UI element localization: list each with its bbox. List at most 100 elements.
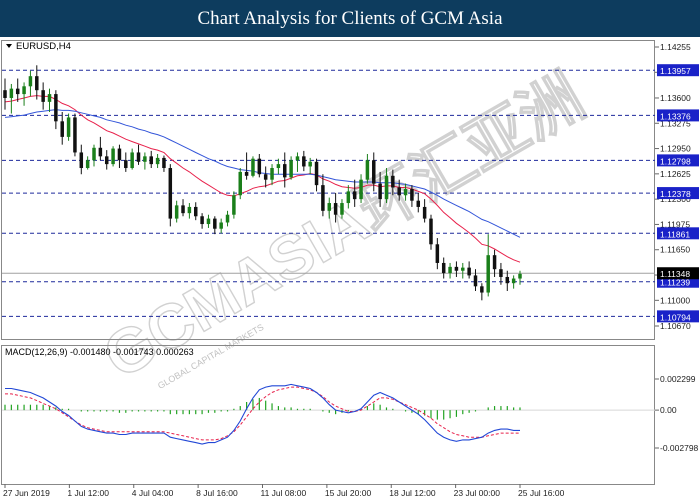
time-axis-tick-label: 8 Jul 16:00: [196, 488, 238, 498]
candle-bear: [314, 161, 319, 186]
candle-bull: [365, 160, 370, 180]
candle-bull: [384, 175, 389, 200]
candle-bear: [467, 267, 471, 276]
candle-bull: [251, 158, 255, 176]
candle-bull: [346, 191, 351, 204]
candle-bull: [308, 161, 312, 167]
candle-bull: [143, 156, 147, 162]
page-header: Chart Analysis for Clients of GCM Asia: [0, 0, 700, 37]
candle-bull: [359, 179, 363, 200]
candle-bull: [22, 86, 26, 95]
candle-bear: [473, 275, 478, 287]
candle-bear: [283, 164, 287, 178]
candle-bear: [422, 206, 427, 219]
candle-bear: [257, 158, 262, 175]
candle-bull: [232, 195, 236, 215]
candle-bear: [213, 218, 217, 229]
level-tag-label: 1.12378: [660, 189, 691, 199]
candle-bull: [270, 168, 274, 180]
candle-bull: [92, 147, 96, 161]
symbol-dropdown-icon[interactable]: [6, 44, 12, 48]
candle-bull: [461, 267, 465, 271]
price-axis-tick-label: 1.11650: [660, 245, 690, 255]
candle-bear: [416, 200, 421, 207]
price-axis-tick-label: 1.12625: [660, 169, 691, 179]
candle-bear: [441, 262, 446, 274]
candle-bear: [3, 90, 7, 98]
candle-bear: [193, 206, 198, 217]
chart-area[interactable]: GCMASIA环汇亚洲 GLOBAL CAPITAL MARKETS 1.142…: [0, 37, 700, 500]
candle-bear: [505, 276, 510, 284]
candle-bull: [486, 255, 490, 293]
level-tag-label: 1.12798: [660, 156, 691, 166]
macd-signal-line: [5, 386, 520, 441]
current-price-tag-label: 1.11348: [660, 269, 690, 279]
candle-bear: [378, 183, 382, 200]
time-axis-tick-label: 11 Jul 08:00: [261, 488, 307, 498]
candle-bull: [403, 189, 408, 196]
candle-bear: [124, 160, 128, 169]
macd-axis-tick-label: -0.002798: [660, 443, 699, 453]
candle-bear: [168, 168, 173, 219]
candle-bear: [149, 156, 153, 165]
macd-panel-border: [1, 345, 655, 485]
candle-bull: [206, 218, 211, 225]
candle-bear: [480, 286, 484, 293]
candle-bear: [397, 187, 401, 196]
time-axis-tick-label: 18 Jul 12:00: [389, 488, 436, 498]
candle-bear: [73, 117, 77, 153]
price-axis-tick-label: 1.13600: [660, 93, 691, 103]
level-tag-label: 1.13376: [660, 111, 691, 121]
candle-bull: [511, 278, 516, 284]
candle-bull: [47, 94, 52, 102]
level-tag-label: 1.10794: [660, 312, 691, 322]
candle-bear: [429, 218, 433, 245]
time-axis-tick-label: 25 Jul 16:00: [518, 488, 565, 498]
candle-bull: [187, 206, 192, 214]
candle-bear: [492, 255, 497, 270]
candle-bear: [321, 185, 325, 211]
macd-indicator: [2, 383, 655, 445]
price-axis-tick-label: 1.10670: [660, 321, 691, 331]
watermark-brand: GCMASIA环汇亚洲: [93, 62, 596, 392]
macd-axis: 0.002299 0.00 -0.002798: [655, 374, 699, 453]
time-axis-tick-label: 23 Jul 00:00: [454, 488, 501, 498]
time-axis-tick-label: 4 Jul 04:00: [132, 488, 174, 498]
candle-bull: [155, 157, 160, 165]
candle-bear: [79, 152, 84, 169]
candle-bear: [302, 156, 306, 167]
candle-bear: [41, 90, 45, 102]
level-tag-label: 1.11861: [660, 229, 690, 239]
candle-bull: [448, 266, 452, 274]
candle-bear: [104, 156, 109, 165]
candle-bear: [35, 76, 39, 91]
macd-main-line: [5, 383, 520, 445]
candle-bear: [454, 266, 459, 271]
candle-bear: [244, 171, 249, 176]
time-axis: 27 Jun 2019 1 Jul 12:00 4 Jul 04:00 8 Jul 1…: [3, 484, 565, 498]
candle-bear: [333, 203, 338, 215]
macd-axis-tick-label: 0.002299: [660, 374, 696, 384]
candle-bear: [410, 189, 414, 201]
candle-bull: [295, 156, 300, 161]
candle-bull: [327, 203, 332, 211]
candle-bull: [219, 222, 223, 229]
candle-bull: [518, 273, 522, 279]
candle-bear: [435, 244, 440, 263]
candle-bull: [238, 171, 242, 196]
candle-bull: [28, 76, 33, 87]
candle-bear: [499, 269, 503, 277]
macd-label: MACD(12,26,9) -0.001480 -0.001743 0.0002…: [5, 347, 194, 357]
candle-bear: [263, 174, 268, 180]
candle-bull: [174, 205, 179, 219]
time-axis-tick-label: 27 Jun 2019: [3, 488, 50, 498]
level-tag-label: 1.13957: [660, 66, 691, 76]
candle-bull: [85, 160, 90, 169]
candle-bear: [15, 88, 20, 95]
candle-bull: [225, 214, 230, 223]
time-axis-tick-label: 1 Jul 12:00: [67, 488, 109, 498]
candle-bull: [66, 117, 71, 137]
macd-axis-tick-label: 0.00: [660, 405, 677, 415]
candle-bull: [276, 164, 281, 169]
candle-bear: [54, 94, 58, 122]
